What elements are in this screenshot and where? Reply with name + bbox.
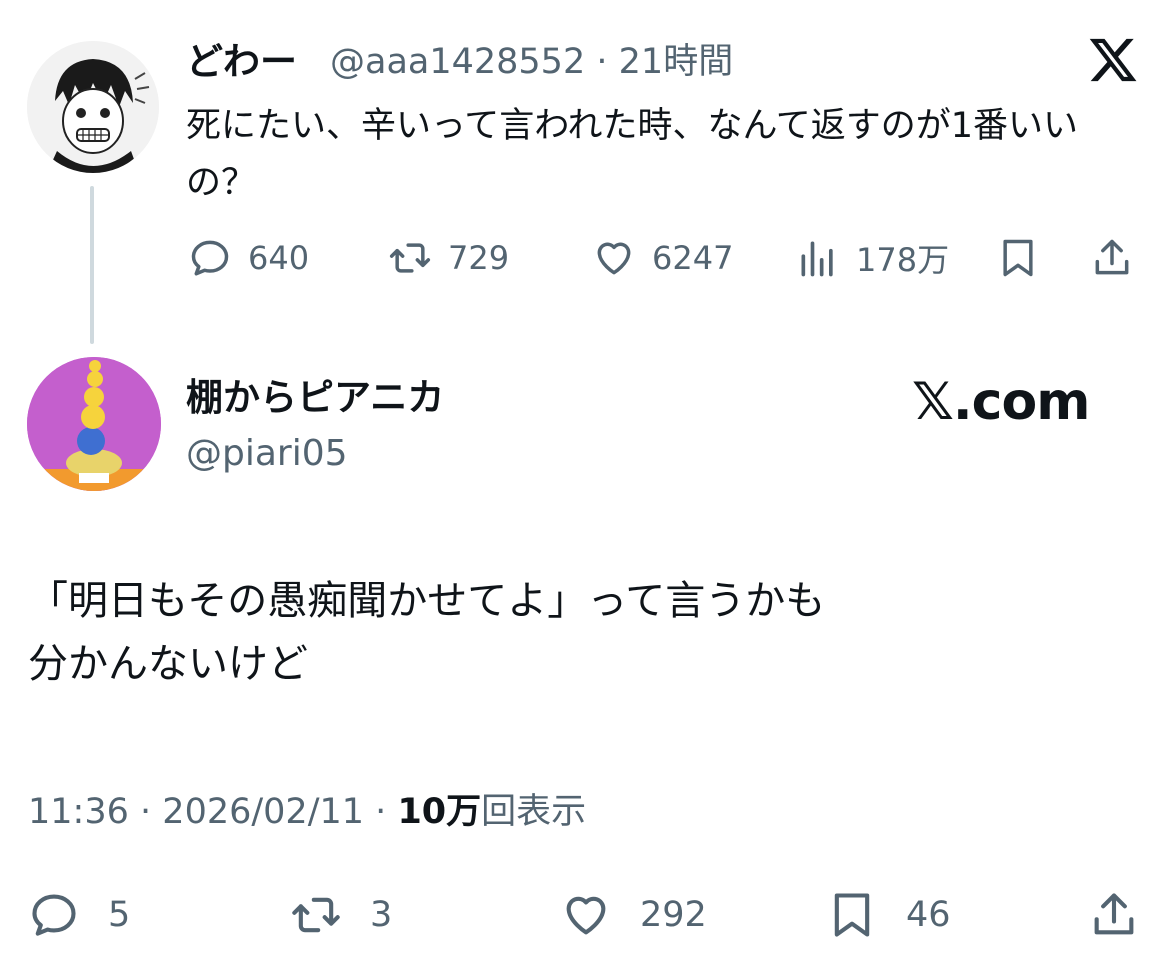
retweet-count: 729: [448, 239, 510, 277]
share-button[interactable]: [1088, 885, 1168, 945]
bookmark-count: 46: [906, 895, 951, 935]
retweet-icon: [292, 897, 340, 933]
like-count: 6247: [652, 239, 734, 277]
meta-separator: ·: [140, 792, 152, 832]
views-label: 回表示: [481, 792, 587, 832]
tweet-meta: @aaa1428552 · 21時間: [330, 36, 733, 88]
display-name[interactable]: どわー: [186, 36, 297, 88]
tweet-text-line: 「明日もその愚痴聞かせてよ」って言うかも: [28, 578, 826, 624]
avatar-dowaa[interactable]: [27, 41, 159, 173]
reply-count: 5: [108, 895, 131, 935]
meta-separator: ·: [596, 42, 608, 82]
tweet-timestamp: 11:36 · 2026/02/11 · 10万回表示: [28, 786, 586, 838]
reply-button[interactable]: 5: [28, 885, 130, 945]
share-button[interactable]: [1090, 232, 1150, 284]
retweet-icon: [389, 243, 431, 273]
x-logo-icon[interactable]: [1087, 34, 1139, 86]
timestamp[interactable]: 21時間: [619, 42, 734, 82]
like-button[interactable]: 292: [560, 885, 707, 945]
reply-icon: [32, 894, 76, 936]
share-icon: [1095, 239, 1129, 275]
thread-connector: [90, 186, 94, 344]
reply-count: 640: [248, 239, 310, 277]
bookmark-button[interactable]: [996, 232, 1056, 284]
views-icon: [801, 241, 833, 277]
meta-separator: ·: [375, 792, 387, 832]
tweet-text-line: 分かんないけど: [28, 641, 308, 687]
retweet-count: 3: [370, 895, 393, 935]
bookmark-icon: [1003, 239, 1033, 277]
tweet-text: 「明日もその愚痴聞かせてよ」って言うかも 分かんないけど: [28, 570, 1128, 696]
avatar-piari[interactable]: [27, 357, 161, 491]
post-time[interactable]: 11:36: [28, 792, 129, 832]
retweet-button[interactable]: 3: [290, 885, 392, 945]
reply-icon: [191, 240, 229, 276]
like-count: 292: [640, 895, 707, 935]
reply-button[interactable]: 640: [188, 232, 309, 284]
share-icon: [1094, 893, 1134, 935]
views-count: 178万: [856, 241, 950, 279]
like-icon: [566, 896, 606, 935]
handle[interactable]: @aaa1428552: [330, 42, 585, 82]
bookmark-button[interactable]: 46: [826, 885, 951, 945]
display-name[interactable]: 棚からピアニカ: [186, 372, 444, 424]
like-icon: [597, 242, 631, 275]
tweet-text: 死にたい、辛いって言われた時、なんて返すのが1番いいの？: [186, 106, 1079, 203]
views-number: 10万: [397, 792, 482, 832]
retweet-button[interactable]: 729: [388, 232, 509, 284]
x-com-watermark: 𝕏.com: [912, 372, 1090, 432]
bookmark-icon: [834, 893, 870, 937]
post-date[interactable]: 2026/02/11: [162, 792, 364, 832]
like-button[interactable]: 6247: [592, 232, 733, 284]
handle[interactable]: @piari05: [186, 428, 348, 480]
views-button[interactable]: 178万: [796, 232, 949, 284]
avatar-illustration: [27, 357, 161, 491]
avatar-illustration: [27, 41, 159, 173]
